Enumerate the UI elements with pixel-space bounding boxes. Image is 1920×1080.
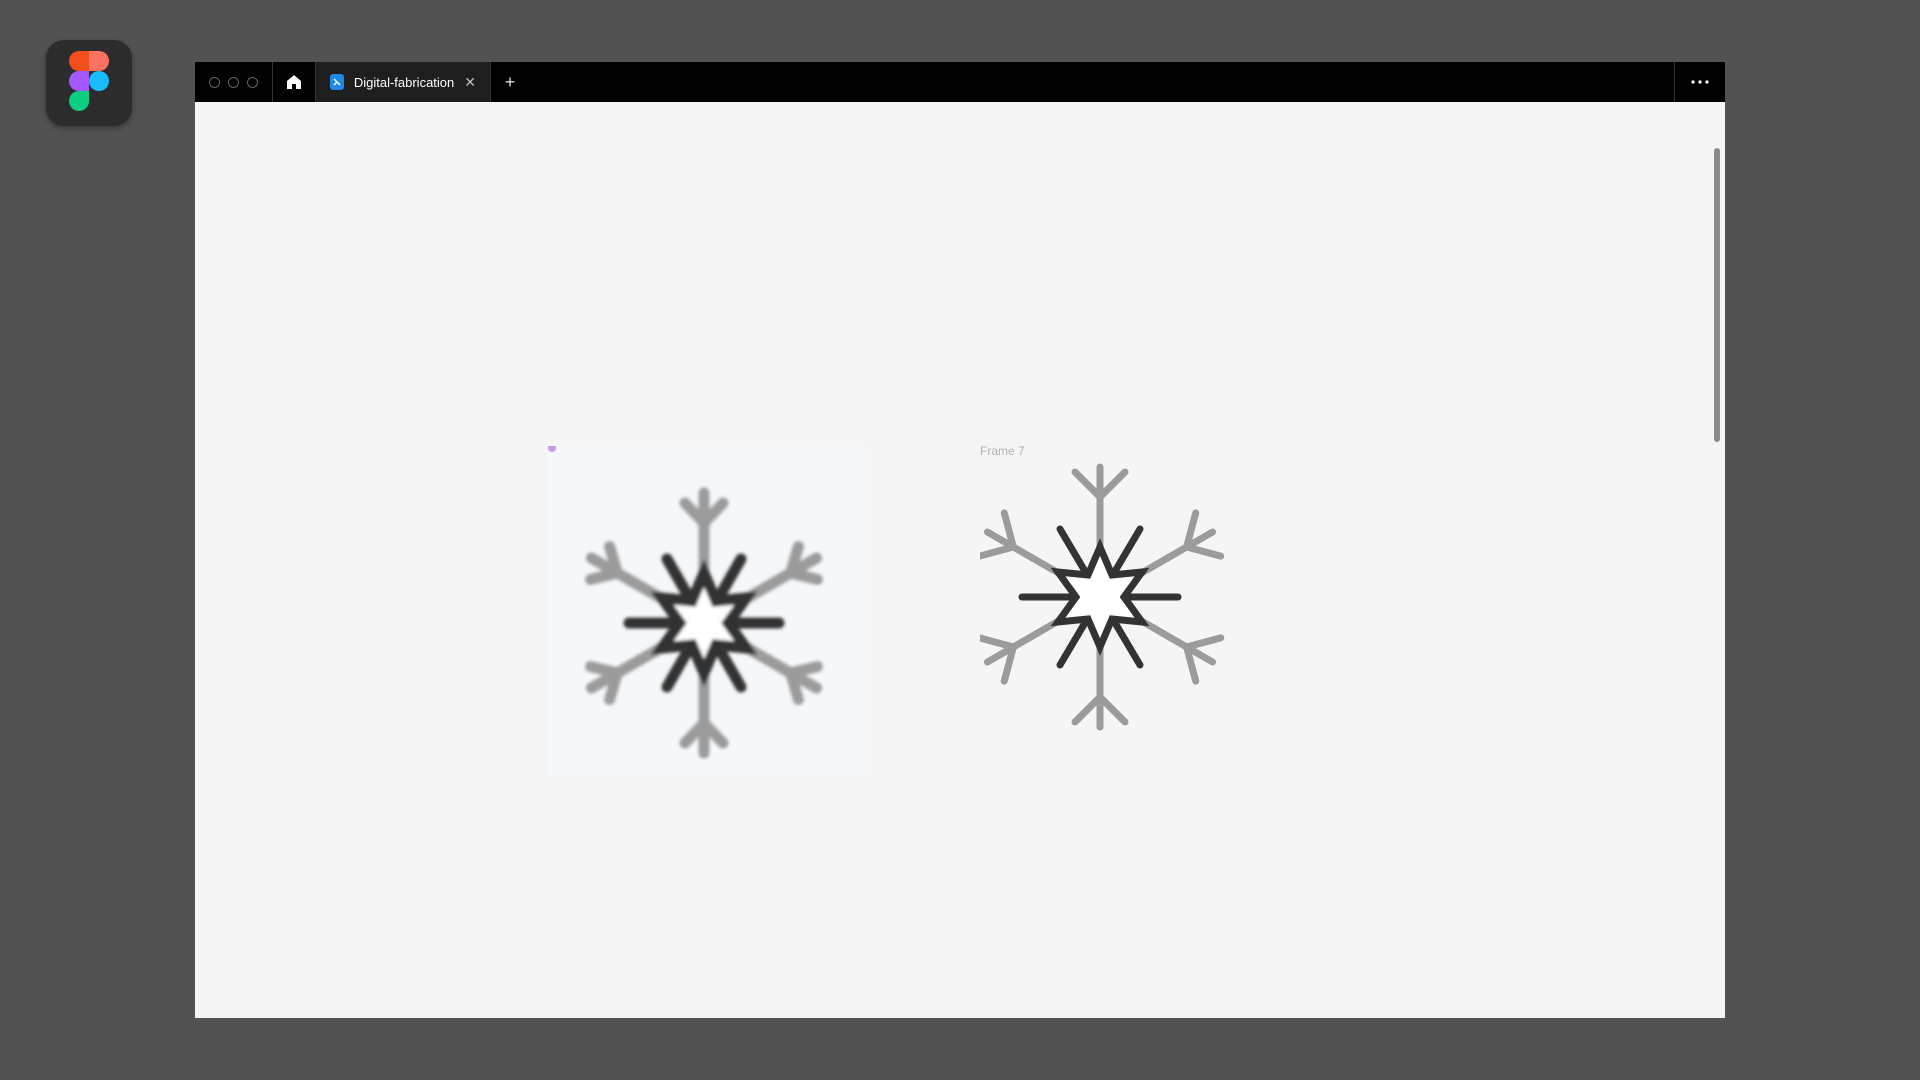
image-frame[interactable]	[548, 447, 865, 775]
tab-digital-fabrication[interactable]: Digital-fabrication ✕	[316, 62, 491, 102]
figma-logo-icon	[69, 51, 109, 111]
figma-app-icon[interactable]	[46, 40, 132, 126]
more-horizontal-icon	[1691, 80, 1709, 84]
snowflake-icon	[548, 447, 865, 775]
title-bar-spacer	[529, 62, 1674, 102]
more-options-button[interactable]	[1674, 62, 1725, 102]
tab-close-button[interactable]: ✕	[464, 74, 476, 91]
snowflake-icon	[980, 457, 1235, 742]
title-bar: Digital-fabrication ✕ +	[195, 62, 1725, 102]
maximize-window-button[interactable]	[247, 76, 258, 88]
close-window-button[interactable]	[209, 76, 220, 88]
figma-file-icon	[330, 74, 344, 90]
window-controls	[195, 62, 273, 102]
home-button[interactable]	[273, 62, 316, 102]
tab-label: Digital-fabrication	[353, 74, 455, 90]
vertical-scrollbar[interactable]	[1714, 148, 1720, 442]
vector-frame[interactable]	[980, 457, 1235, 742]
app-window: Digital-fabrication ✕ + Frame 7	[195, 62, 1725, 1018]
minimize-window-button[interactable]	[228, 76, 239, 88]
new-tab-button[interactable]: +	[491, 62, 529, 102]
home-icon	[287, 75, 301, 89]
design-canvas[interactable]: Frame 7	[195, 102, 1725, 1018]
frame-label[interactable]: Frame 7	[980, 444, 1025, 458]
